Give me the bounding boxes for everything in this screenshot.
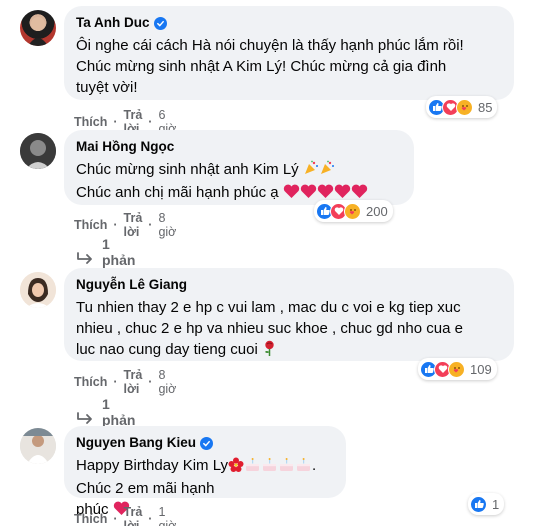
like-button[interactable]: Thích bbox=[74, 115, 107, 129]
reaction-count: 1 bbox=[492, 496, 500, 512]
like-icon bbox=[470, 495, 487, 513]
separator-dot: · bbox=[113, 115, 118, 129]
avatar-photo-icon bbox=[20, 272, 56, 308]
comment-text-line: tuyệt vời! bbox=[76, 79, 138, 96]
comment-text: Chúc mừng sinh nhật anh Kim Lý Chúc anh … bbox=[76, 159, 402, 205]
comment-bubble: Nguyễn Lê Giang Tu nhien thay 2 e hp c v… bbox=[64, 268, 514, 361]
avatar-photo-icon bbox=[28, 17, 48, 46]
separator-dot: · bbox=[113, 375, 118, 389]
party-popper-icon bbox=[303, 160, 319, 182]
birthday-cake-icon bbox=[261, 457, 278, 478]
comment-bubble: Mai Hồng Ngọc Chúc mừng sinh nhật anh Ki… bbox=[64, 130, 414, 205]
avatar[interactable] bbox=[20, 428, 56, 464]
comment-text-line: Ôi nghe cái cách Hà nói chuyện là thấy h… bbox=[76, 37, 464, 54]
reply-button[interactable]: Trả lời bbox=[124, 211, 143, 239]
comment-timestamp[interactable]: 8 giờ bbox=[158, 211, 176, 239]
separator-dot: · bbox=[148, 375, 153, 389]
avatar[interactable] bbox=[20, 272, 56, 308]
reaction-summary[interactable]: 85 bbox=[426, 96, 498, 118]
care-icon bbox=[344, 202, 361, 220]
reaction-count: 200 bbox=[366, 203, 388, 219]
rose-icon bbox=[262, 340, 277, 362]
author-name[interactable]: Mai Hồng Ngọc bbox=[76, 138, 174, 156]
comment-text-line: Chúc mừng sinh nhật A Kim Lý! Chúc mừng … bbox=[76, 58, 447, 75]
red-heart-icon bbox=[283, 184, 300, 205]
comment-actions: Thích · Trả lời · 8 giờ bbox=[74, 211, 176, 239]
reply-arrow-icon bbox=[76, 251, 94, 269]
author-name[interactable]: Nguyen Bang Kieu bbox=[76, 434, 196, 452]
author-name[interactable]: Ta Anh Duc bbox=[76, 14, 150, 32]
birthday-cake-icon bbox=[295, 457, 312, 478]
comment-author[interactable]: Ta Anh Duc bbox=[76, 14, 502, 32]
reaction-summary[interactable]: 200 bbox=[314, 200, 393, 222]
comment-bubble: Ta Anh Duc Ôi nghe cái cách Hà nói chuyệ… bbox=[64, 6, 514, 100]
comment-text: Ôi nghe cái cách Hà nói chuyện là thấy h… bbox=[76, 35, 502, 98]
verified-badge-icon bbox=[200, 436, 214, 450]
party-popper-icon bbox=[319, 160, 335, 182]
care-icon bbox=[448, 360, 465, 378]
like-button[interactable]: Thích bbox=[74, 218, 107, 232]
care-icon bbox=[456, 98, 473, 116]
separator-dot: · bbox=[113, 512, 118, 526]
like-button[interactable]: Thích bbox=[74, 512, 107, 526]
comment-timestamp[interactable]: 8 giờ bbox=[158, 368, 176, 396]
birthday-cake-icon bbox=[278, 457, 295, 478]
reaction-count: 85 bbox=[478, 99, 493, 115]
comment-text: Tu nhien thay 2 e hp c vui lam , mac du … bbox=[76, 297, 502, 362]
reaction-summary[interactable]: 109 bbox=[418, 358, 497, 380]
separator-dot: · bbox=[148, 115, 153, 129]
hibiscus-icon bbox=[228, 457, 244, 478]
birthday-cake-icon bbox=[244, 457, 261, 478]
comment-author[interactable]: Mai Hồng Ngọc bbox=[76, 138, 402, 156]
reply-button[interactable]: Trả lời bbox=[124, 368, 143, 396]
avatar-photo-icon bbox=[20, 428, 56, 464]
avatar[interactable] bbox=[20, 133, 56, 169]
reaction-summary[interactable]: 1 bbox=[468, 493, 505, 515]
comment-timestamp[interactable]: 1 giờ bbox=[158, 505, 176, 526]
avatar-photo-icon bbox=[20, 133, 56, 169]
verified-badge-icon bbox=[153, 16, 167, 30]
comment-author[interactable]: Nguyễn Lê Giang bbox=[76, 276, 502, 294]
comment-bubble: Nguyen Bang Kieu Happy Birthday Kim Ly. … bbox=[64, 426, 346, 518]
author-name[interactable]: Nguyễn Lê Giang bbox=[76, 276, 187, 294]
reaction-count: 109 bbox=[470, 361, 492, 377]
reply-button[interactable]: Trả lời bbox=[124, 505, 143, 526]
comment-author[interactable]: Nguyen Bang Kieu bbox=[76, 434, 334, 452]
red-heart-icon bbox=[300, 184, 317, 205]
comment-text-line: nhieu , chuc 2 e hp va nhieu suc khoe , … bbox=[76, 320, 463, 337]
like-button[interactable]: Thích bbox=[74, 375, 107, 389]
comment-text-line: Tu nhien thay 2 e hp c vui lam , mac du … bbox=[76, 299, 461, 316]
comment-text-line: Happy Birthday Kim Ly bbox=[76, 457, 229, 474]
separator-dot: · bbox=[113, 218, 118, 232]
comment-text-line: Chúc anh chị mãi hạnh phúc ạ bbox=[76, 184, 279, 201]
avatar[interactable] bbox=[20, 10, 56, 46]
comment-actions: Thích · Trả lời · 1 giờ bbox=[74, 505, 176, 526]
comment-actions: Thích · Trả lời · 8 giờ bbox=[74, 368, 176, 396]
comment-text-line: Chúc mừng sinh nhật anh Kim Lý bbox=[76, 161, 299, 178]
comment-text-line: luc nao cung day tieng cuoi bbox=[76, 341, 258, 358]
separator-dot: · bbox=[148, 218, 153, 232]
separator-dot: · bbox=[148, 512, 153, 526]
